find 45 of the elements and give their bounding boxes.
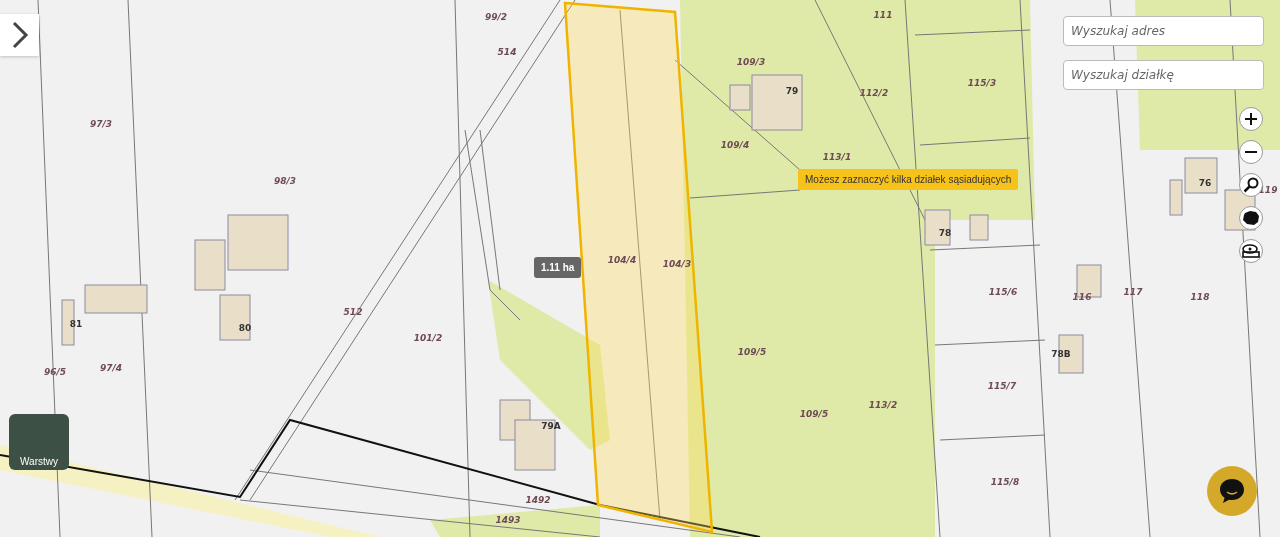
tooltip: Możesz zaznaczyć kilka działek sąsiadujących <box>798 169 1019 190</box>
search-icon <box>1243 177 1259 193</box>
search-field[interactable]: Wyszukaj adres <box>1063 16 1264 46</box>
parcel-number: 97/4 <box>99 363 123 373</box>
parcel-number: 97/3 <box>89 119 113 129</box>
parcel-number: 104/3 <box>662 259 692 269</box>
parcel-number: 104/4 <box>607 255 637 265</box>
parcel-number: 116 <box>1072 292 1092 302</box>
chat-bubble-icon <box>1218 477 1246 505</box>
house-number: 76 <box>1198 178 1212 188</box>
parcel-number: 115/3 <box>967 78 997 88</box>
parcel-number: 1493 <box>495 515 521 525</box>
parcel-number: 512 <box>343 307 363 317</box>
parcel-number: 514 <box>497 47 517 57</box>
parcel-number: 118 <box>1190 292 1210 302</box>
layers-button[interactable]: Warstwy <box>9 414 69 470</box>
parcel-number: 112/2 <box>859 88 889 98</box>
parcel-number: 96/5 <box>43 367 67 377</box>
parcel-number: 111 <box>873 10 893 20</box>
parcel-number: 109/4 <box>720 140 750 150</box>
parcel-number: 117 <box>1123 287 1143 297</box>
parcel-number: 101/2 <box>413 333 443 343</box>
expand-panel-button[interactable] <box>0 14 39 56</box>
minus-icon <box>1244 150 1258 154</box>
parcel-number: 109/5 <box>799 409 829 419</box>
parcel-number: 115/7 <box>987 381 1017 391</box>
parcel-number: 109/5 <box>737 347 767 357</box>
parcel-number: 115/8 <box>990 477 1020 487</box>
parcel-number: 99/2 <box>484 12 508 22</box>
parcel-number: 1492 <box>525 495 551 505</box>
chevron-right-icon <box>10 20 29 50</box>
house-number: 80 <box>238 323 252 333</box>
parcel-number: 98/3 <box>273 176 297 186</box>
parcel-number: 113/1 <box>822 152 852 162</box>
house-number: 81 <box>69 319 83 329</box>
parcel-number: 113/2 <box>868 400 898 410</box>
house-number: 79A <box>541 421 561 431</box>
house-number: 78B <box>1051 349 1071 359</box>
parcel-number: 109/3 <box>736 57 766 67</box>
house-number: 79 <box>785 86 799 96</box>
search-field[interactable]: Wyszukaj działkę <box>1063 60 1264 90</box>
area-badge: 1.11 ha <box>534 257 582 278</box>
parcel-number: 115/6 <box>988 287 1018 297</box>
house-number: 78 <box>938 228 952 238</box>
plus-icon <box>1244 112 1258 126</box>
